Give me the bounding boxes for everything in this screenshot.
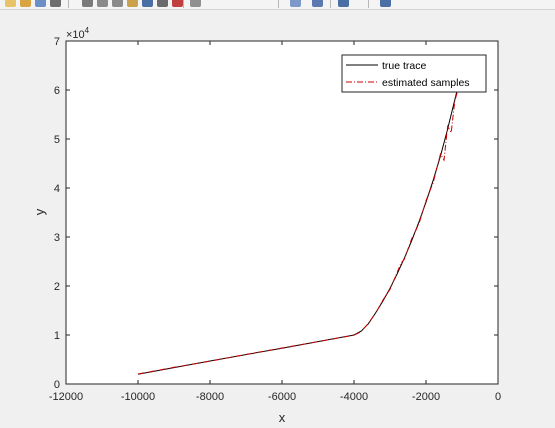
line-chart: -12000 -10000 -8000 -6000 -4000 -2000 0 0 1 2 3 4 5… [32,26,501,425]
y-tick-label: 4 [54,183,60,195]
y-tick-label: 5 [54,134,60,146]
x-tick-label: -2000 [412,391,440,403]
x-tick-label: 0 [495,391,501,403]
y-tick-label: 3 [54,232,60,244]
y-axis-label: y [32,208,47,215]
y-tick-label: 0 [54,379,60,391]
y-axis-exponent: ×104 [66,26,90,41]
x-axis-label: x [279,410,286,425]
y-tick-label: 7 [54,36,60,48]
y-tick-label: 2 [54,281,60,293]
legend-label-estimated-samples: estimated samples [382,77,470,89]
legend[interactable]: true trace estimated samples [341,54,487,93]
legend-label-true-trace: true trace [382,60,427,72]
y-tick-label: 1 [54,330,60,342]
x-tick-label: -4000 [340,391,368,403]
x-tick-label: -12000 [49,391,83,403]
y-tick-label: 6 [54,85,60,97]
x-tick-label: -10000 [121,391,155,403]
x-tick-label: -8000 [196,391,224,403]
x-tick-label: -6000 [268,391,296,403]
